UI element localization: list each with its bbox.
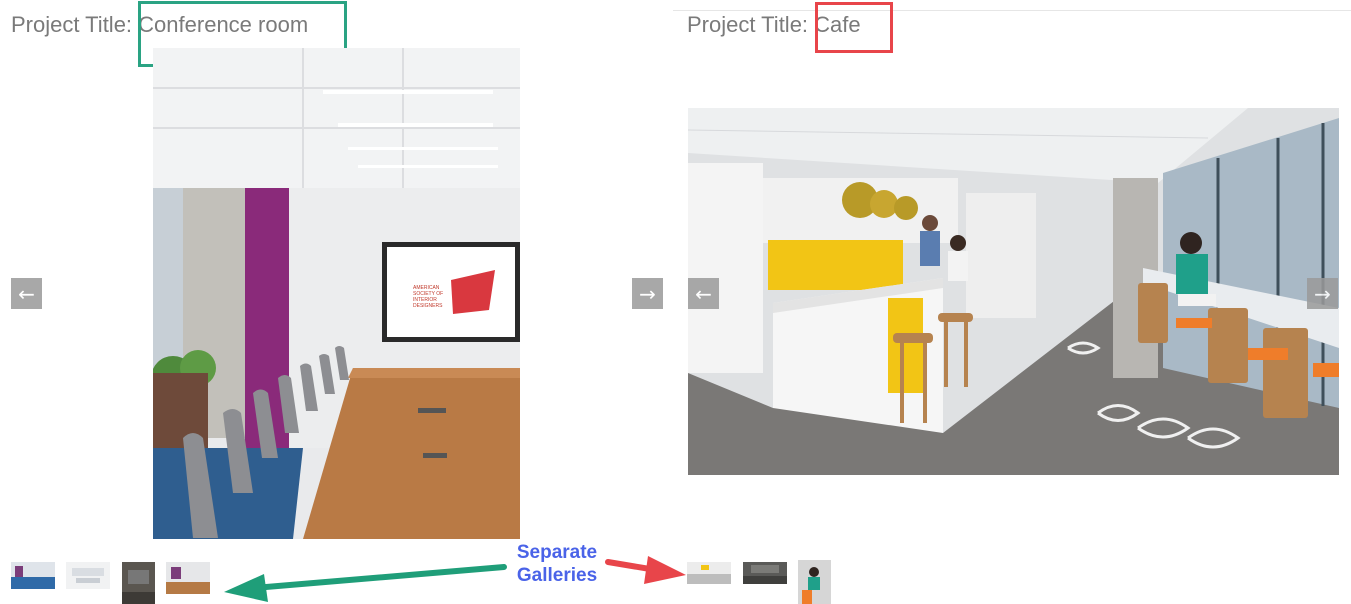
left-thumbnail-4[interactable] [166,562,210,594]
separate-galleries-label: Separate Galleries [497,541,617,587]
arrow-left-icon: ← [695,281,712,306]
right-thumbnail-3[interactable] [798,560,831,604]
logo-text-4: DESIGNERS [413,303,443,309]
left-thumbnail-1[interactable] [11,562,55,589]
right-title-prefix: Project Title: [687,12,809,37]
right-thumbnail-2[interactable] [743,562,787,584]
red-arrow-icon [644,556,686,584]
right-main-image[interactable] [688,108,1339,475]
right-prev-button[interactable]: ← [688,278,719,309]
left-main-image[interactable]: AMERICAN SOCIETY OF INTERIOR DESIGNERS [153,48,520,539]
left-prev-button[interactable]: ← [11,278,42,309]
top-divider [673,10,1351,11]
left-next-button[interactable]: → [632,278,663,309]
callout-line-1: Separate [516,542,598,563]
right-next-button[interactable]: → [1307,278,1338,309]
callout-line-2: Galleries [516,565,598,586]
arrow-right-icon: → [639,281,656,306]
right-title-highlight [815,2,893,53]
right-thumbnail-1[interactable] [687,562,731,584]
green-arrow-icon [224,574,268,602]
left-title-prefix: Project Title: [11,12,133,37]
left-thumbnail-2[interactable] [66,562,110,589]
arrow-left-icon: ← [18,281,35,306]
arrow-right-icon: → [1314,281,1331,306]
left-thumbnail-3[interactable] [122,562,155,604]
